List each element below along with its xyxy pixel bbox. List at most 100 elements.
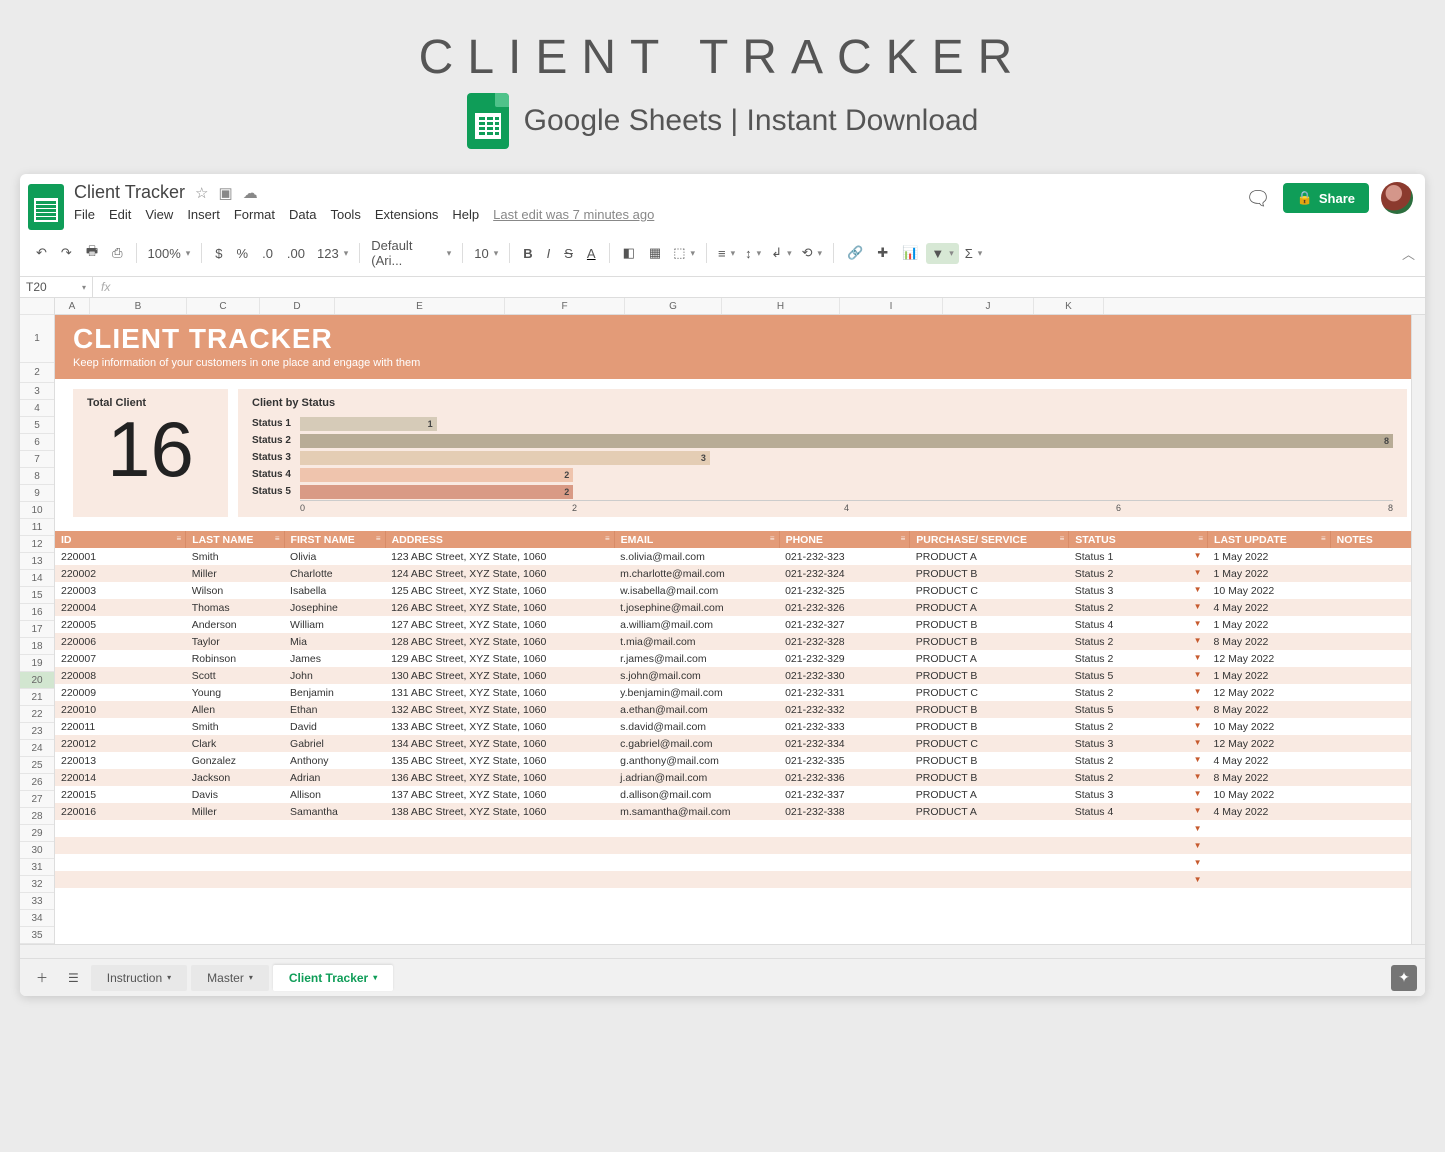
chevron-down-icon[interactable]: ▼ xyxy=(1194,738,1202,747)
row-header[interactable]: 3 xyxy=(20,383,54,400)
share-button[interactable]: 🔒 Share xyxy=(1283,183,1369,213)
menu-extensions[interactable]: Extensions xyxy=(375,207,439,222)
table-header[interactable]: PURCHASE/ SERVICE≡ xyxy=(910,531,1069,548)
link-icon[interactable]: 🔗 xyxy=(841,242,869,264)
table-row[interactable]: 220013GonzalezAnthony135 ABC Street, XYZ… xyxy=(55,752,1425,769)
row-header[interactable]: 13 xyxy=(20,553,54,570)
row-header[interactable]: 28 xyxy=(20,808,54,825)
chevron-down-icon[interactable]: ▼ xyxy=(1194,653,1202,662)
last-edit-link[interactable]: Last edit was 7 minutes ago xyxy=(493,207,654,222)
row-header[interactable]: 10 xyxy=(20,502,54,519)
cell-update[interactable]: 10 May 2022 xyxy=(1208,786,1331,803)
cell-phone[interactable]: 021-232-332 xyxy=(779,701,910,718)
cell-last[interactable]: Taylor xyxy=(186,633,284,650)
functions-icon[interactable]: Σ xyxy=(961,244,987,263)
chevron-down-icon[interactable]: ▼ xyxy=(1194,875,1202,884)
cell-id[interactable]: 220013 xyxy=(55,752,186,769)
cell-email[interactable]: d.allison@mail.com xyxy=(614,786,779,803)
cell-addr[interactable]: 126 ABC Street, XYZ State, 1060 xyxy=(385,599,614,616)
cell-addr[interactable]: 131 ABC Street, XYZ State, 1060 xyxy=(385,684,614,701)
row-header[interactable]: 27 xyxy=(20,791,54,808)
table-row[interactable]: 220010AllenEthan132 ABC Street, XYZ Stat… xyxy=(55,701,1425,718)
cell-addr[interactable]: 137 ABC Street, XYZ State, 1060 xyxy=(385,786,614,803)
undo-icon[interactable]: ↶ xyxy=(30,242,53,264)
cell-addr[interactable]: 130 ABC Street, XYZ State, 1060 xyxy=(385,667,614,684)
print-icon[interactable]: 🖶 xyxy=(80,239,104,267)
column-headers[interactable]: ABCDEFGHIJK xyxy=(55,298,1425,315)
cell-last[interactable]: Scott xyxy=(186,667,284,684)
all-sheets-button[interactable]: ☰ xyxy=(60,965,87,991)
vertical-scrollbar[interactable] xyxy=(1411,315,1425,944)
cell-id[interactable]: 220014 xyxy=(55,769,186,786)
row-header[interactable]: 12 xyxy=(20,536,54,553)
cell-phone[interactable]: 021-232-333 xyxy=(779,718,910,735)
cell-update[interactable]: 1 May 2022 xyxy=(1208,667,1331,684)
cell-prod[interactable]: PRODUCT B xyxy=(910,667,1069,684)
row-header[interactable]: 15 xyxy=(20,587,54,604)
row-header[interactable]: 30 xyxy=(20,842,54,859)
cell-last[interactable]: Wilson xyxy=(186,582,284,599)
cell-email[interactable]: t.josephine@mail.com xyxy=(614,599,779,616)
cell-status[interactable]: Status 4▼ xyxy=(1069,616,1208,633)
col-header[interactable]: G xyxy=(625,298,722,314)
table-header[interactable]: ID≡ xyxy=(55,531,186,548)
table-row-empty[interactable]: ▼ xyxy=(55,837,1425,854)
cell-first[interactable]: Samantha xyxy=(284,803,385,820)
row-header[interactable]: 22 xyxy=(20,706,54,723)
col-header[interactable]: I xyxy=(840,298,943,314)
table-row[interactable]: 220002MillerCharlotte124 ABC Street, XYZ… xyxy=(55,565,1425,582)
cell-last[interactable]: Allen xyxy=(186,701,284,718)
cell-first[interactable]: Isabella xyxy=(284,582,385,599)
cell-last[interactable]: Robinson xyxy=(186,650,284,667)
filter-icon[interactable]: ≡ xyxy=(376,534,381,543)
cell-email[interactable]: a.william@mail.com xyxy=(614,616,779,633)
cell-first[interactable]: Charlotte xyxy=(284,565,385,582)
explore-button[interactable]: ✦ xyxy=(1391,965,1417,991)
row-header[interactable]: 19 xyxy=(20,655,54,672)
filter-icon[interactable]: ≡ xyxy=(605,534,610,543)
merge-cells-icon[interactable]: ⬚ xyxy=(669,243,699,263)
cell-update[interactable]: 1 May 2022 xyxy=(1208,616,1331,633)
cell-prod[interactable]: PRODUCT A xyxy=(910,650,1069,667)
row-header[interactable]: 21 xyxy=(20,689,54,706)
cell-prod[interactable]: PRODUCT A xyxy=(910,548,1069,565)
table-row[interactable]: 220004ThomasJosephine126 ABC Street, XYZ… xyxy=(55,599,1425,616)
row-header[interactable]: 29 xyxy=(20,825,54,842)
chevron-down-icon[interactable]: ▼ xyxy=(1194,568,1202,577)
cell-first[interactable]: Adrian xyxy=(284,769,385,786)
number-format-dropdown[interactable]: 123 xyxy=(313,244,352,263)
row-header[interactable]: 1 xyxy=(20,315,54,363)
cell-addr[interactable]: 132 ABC Street, XYZ State, 1060 xyxy=(385,701,614,718)
cell-phone[interactable]: 021-232-334 xyxy=(779,735,910,752)
cell-status[interactable]: Status 2▼ xyxy=(1069,684,1208,701)
chevron-down-icon[interactable]: ▼ xyxy=(1194,772,1202,781)
cell-addr[interactable]: 123 ABC Street, XYZ State, 1060 xyxy=(385,548,614,565)
cell-update[interactable]: 12 May 2022 xyxy=(1208,684,1331,701)
cell-id[interactable]: 220007 xyxy=(55,650,186,667)
chevron-down-icon[interactable]: ▼ xyxy=(1194,602,1202,611)
cell-email[interactable]: m.samantha@mail.com xyxy=(614,803,779,820)
chart-icon[interactable]: 📊 xyxy=(896,242,924,264)
table-row[interactable]: 220007RobinsonJames129 ABC Street, XYZ S… xyxy=(55,650,1425,667)
cell-status[interactable]: Status 2▼ xyxy=(1069,718,1208,735)
paint-format-icon[interactable]: ⎙ xyxy=(106,242,128,264)
cell-email[interactable]: w.isabella@mail.com xyxy=(614,582,779,599)
row-header[interactable]: 18 xyxy=(20,638,54,655)
chevron-down-icon[interactable]: ▼ xyxy=(1194,755,1202,764)
cell-update[interactable]: 4 May 2022 xyxy=(1208,599,1331,616)
row-header[interactable]: 34 xyxy=(20,910,54,927)
cell-status[interactable]: Status 2▼ xyxy=(1069,565,1208,582)
filter-icon[interactable]: ≡ xyxy=(275,534,280,543)
col-header[interactable]: H xyxy=(722,298,840,314)
row-header[interactable]: 31 xyxy=(20,859,54,876)
chevron-down-icon[interactable]: ▼ xyxy=(1194,636,1202,645)
cell-addr[interactable]: 124 ABC Street, XYZ State, 1060 xyxy=(385,565,614,582)
h-align-icon[interactable]: ≡ xyxy=(714,244,739,263)
cell-last[interactable]: Anderson xyxy=(186,616,284,633)
cell-first[interactable]: John xyxy=(284,667,385,684)
currency-icon[interactable]: $ xyxy=(209,243,228,264)
cell-email[interactable]: s.david@mail.com xyxy=(614,718,779,735)
cell-update[interactable]: 4 May 2022 xyxy=(1208,803,1331,820)
cell-status[interactable]: Status 5▼ xyxy=(1069,701,1208,718)
collapse-toolbar-icon[interactable]: ︿ xyxy=(1402,244,1415,263)
